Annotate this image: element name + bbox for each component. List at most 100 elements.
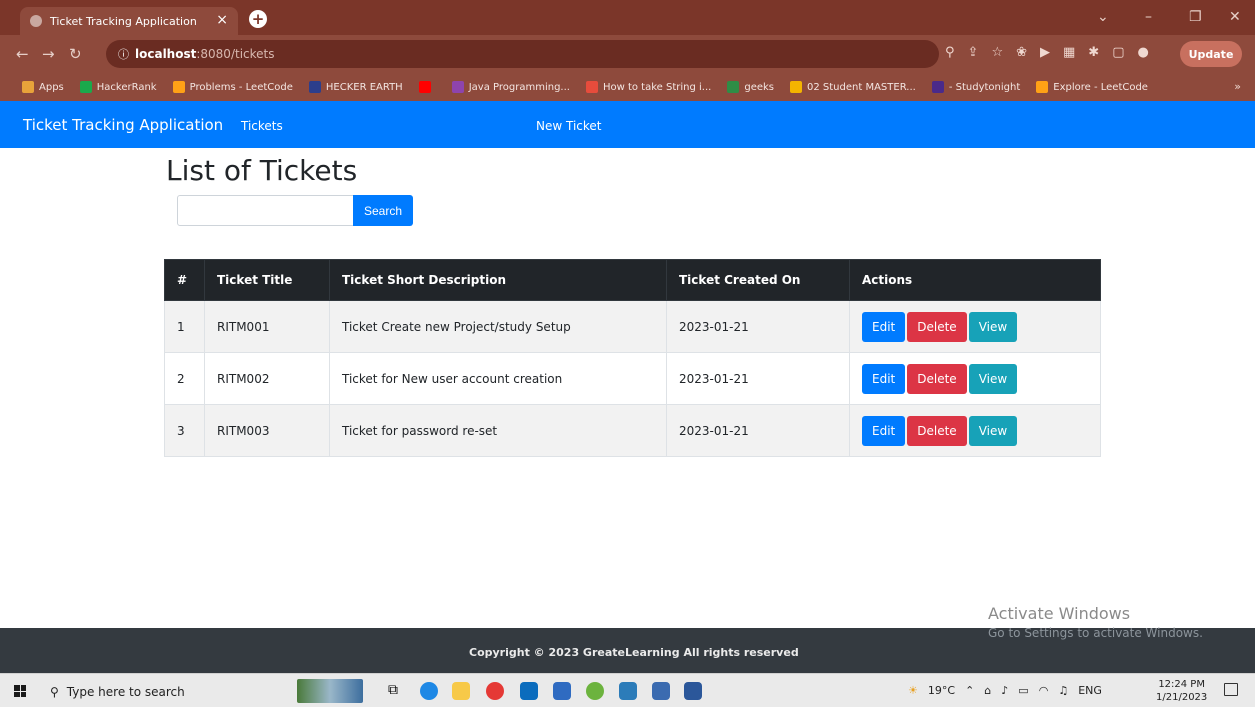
bookmark-label: geeks <box>744 81 774 93</box>
cell-actions: Edit Delete View <box>849 352 1101 405</box>
chevron-down-icon[interactable]: ⌄ <box>1097 9 1109 25</box>
app-navbar: Ticket Tracking Application Tickets New … <box>0 101 1255 148</box>
table-row: 1 RITM001 Ticket Create new Project/study … <box>164 300 1101 353</box>
zoom-icon[interactable]: ⚲ <box>945 45 955 60</box>
bookmark-item[interactable]: Java Programming... <box>451 81 570 93</box>
new-tab-button[interactable]: + <box>249 10 267 28</box>
bookmark-item[interactable]: How to take String i... <box>585 81 711 93</box>
task-view-icon[interactable]: ⧉ <box>388 682 406 700</box>
toolbar-icons: ⚲ ⇪ ☆ ❀ ▶ ▦ ✱ ▢ ● <box>945 45 1149 60</box>
delete-button[interactable]: Delete <box>907 363 967 394</box>
copyright-text: Copyright © 2023 GreateLearning All righ… <box>469 646 799 659</box>
language-indicator[interactable]: ENG <box>1078 684 1102 697</box>
meet-icon[interactable]: ⌂ <box>984 684 991 697</box>
share-icon[interactable]: ⇪ <box>968 45 979 60</box>
nav-tickets-link[interactable]: Tickets <box>241 119 283 133</box>
edit-button[interactable]: Edit <box>862 363 906 394</box>
globe-icon <box>30 15 42 27</box>
bookmark-favicon-icon <box>308 81 321 93</box>
url-host: localhost <box>135 47 197 61</box>
view-button[interactable]: View <box>968 415 1018 446</box>
restore-icon[interactable]: ❐ <box>1189 9 1202 25</box>
back-icon[interactable]: ← <box>16 45 29 63</box>
edit-button[interactable]: Edit <box>862 415 906 446</box>
cell-description: Ticket Create new Project/study Setup <box>329 300 667 353</box>
weather-temp[interactable]: 19°C <box>928 684 955 697</box>
extension-icon[interactable]: ❀ <box>1016 45 1027 60</box>
chevron-up-icon[interactable]: ⌃ <box>965 684 974 697</box>
extension-icon[interactable]: ▦ <box>1063 45 1075 60</box>
bookmark-item[interactable] <box>418 81 436 93</box>
bookmark-star-icon[interactable]: ☆ <box>991 45 1003 60</box>
app-icon[interactable] <box>652 682 670 700</box>
reload-icon[interactable]: ↻ <box>69 45 82 63</box>
update-button[interactable]: Update <box>1180 41 1242 67</box>
taskbar-clock[interactable]: 12:24 PM 1/21/2023 <box>1156 678 1207 704</box>
wifi-icon[interactable]: ◠ <box>1039 684 1049 697</box>
search-input[interactable] <box>177 195 354 226</box>
cell-number: 3 <box>164 404 205 457</box>
webex-icon[interactable] <box>553 682 571 700</box>
mail-icon[interactable] <box>520 682 538 700</box>
tab-close-icon[interactable]: × <box>216 12 228 28</box>
forward-icon[interactable]: → <box>42 45 55 63</box>
sidepanel-icon[interactable]: ▢ <box>1112 45 1124 60</box>
bookmark-item[interactable]: Explore - LeetCode <box>1036 81 1148 93</box>
tickets-table: # Ticket Title Ticket Short Description … <box>164 259 1101 457</box>
view-button[interactable]: View <box>968 311 1018 342</box>
windows-start-icon[interactable] <box>14 685 26 697</box>
notification-icon[interactable] <box>1224 683 1238 696</box>
windows-taskbar: ⚲ Type here to search ⧉ ☀ 19°C ⌃ ⌂ ♪ ▭ ◠… <box>0 673 1255 707</box>
volume-icon[interactable]: ♫ <box>1058 684 1068 697</box>
bookmark-label: Apps <box>39 81 64 93</box>
table-header-row: # Ticket Title Ticket Short Description … <box>164 259 1101 301</box>
nav-new-ticket-link[interactable]: New Ticket <box>536 119 602 133</box>
bookmark-item[interactable]: 02 Student MASTER... <box>790 81 916 93</box>
profile-avatar[interactable]: ● <box>1138 45 1149 60</box>
vscode-icon[interactable] <box>619 682 637 700</box>
bookmark-item[interactable]: - Studytonight <box>931 81 1020 93</box>
delete-button[interactable]: Delete <box>907 311 967 342</box>
search-button[interactable]: Search <box>353 195 413 226</box>
system-tray: ☀ 19°C ⌃ ⌂ ♪ ▭ ◠ ♫ ENG <box>908 684 1102 697</box>
browser-tab[interactable]: Ticket Tracking Application × <box>20 7 238 35</box>
news-widget-icon[interactable] <box>297 679 363 703</box>
chrome-icon[interactable] <box>486 682 504 700</box>
youtube-ext-icon[interactable]: ▶ <box>1040 45 1050 60</box>
weather-icon[interactable]: ☀ <box>908 684 918 697</box>
puzzle-icon[interactable]: ✱ <box>1088 45 1099 60</box>
cell-ticket-title: RITM001 <box>204 300 330 353</box>
bookmark-item[interactable]: HECKER EARTH <box>308 81 403 93</box>
edit-button[interactable]: Edit <box>862 311 906 342</box>
file-explorer-icon[interactable] <box>452 682 470 700</box>
battery-icon[interactable]: ▭ <box>1018 684 1028 697</box>
spring-tools-icon[interactable] <box>586 682 604 700</box>
bookmark-item[interactable]: Apps <box>22 81 64 93</box>
bookmark-item[interactable]: geeks <box>727 81 774 93</box>
bookmark-label: HECKER EARTH <box>325 81 403 93</box>
bookmark-item[interactable]: HackerRank <box>79 81 157 93</box>
edge-icon[interactable] <box>420 682 438 700</box>
bookmarks-more-icon[interactable]: » <box>1234 80 1241 93</box>
site-info-icon[interactable]: ⓘ <box>118 46 129 62</box>
cell-actions: Edit Delete View <box>849 404 1101 457</box>
cell-ticket-title: RITM003 <box>204 404 330 457</box>
bookmark-item[interactable]: Problems - LeetCode <box>172 81 293 93</box>
bookmark-favicon-icon <box>172 81 185 93</box>
window-close-icon[interactable]: ✕ <box>1229 9 1241 25</box>
view-button[interactable]: View <box>968 363 1018 394</box>
bookmark-favicon-icon <box>418 81 431 93</box>
navbar-brand[interactable]: Ticket Tracking Application <box>23 116 223 134</box>
bookmark-favicon-icon <box>585 81 598 93</box>
delete-button[interactable]: Delete <box>907 415 967 446</box>
clock-date: 1/21/2023 <box>1156 692 1208 703</box>
bookmark-label: 02 Student MASTER... <box>807 81 916 93</box>
address-bar[interactable]: ⓘ localhost:8080/tickets <box>106 40 939 68</box>
taskbar-search[interactable]: ⚲ Type here to search <box>50 680 270 704</box>
bookmark-label: Java Programming... <box>468 81 570 93</box>
header-actions: Actions <box>849 259 1101 301</box>
mic-icon[interactable]: ♪ <box>1001 684 1008 697</box>
word-icon[interactable] <box>684 682 702 700</box>
bookmark-favicon-icon <box>931 81 944 93</box>
minimize-icon[interactable]: – <box>1145 9 1152 25</box>
